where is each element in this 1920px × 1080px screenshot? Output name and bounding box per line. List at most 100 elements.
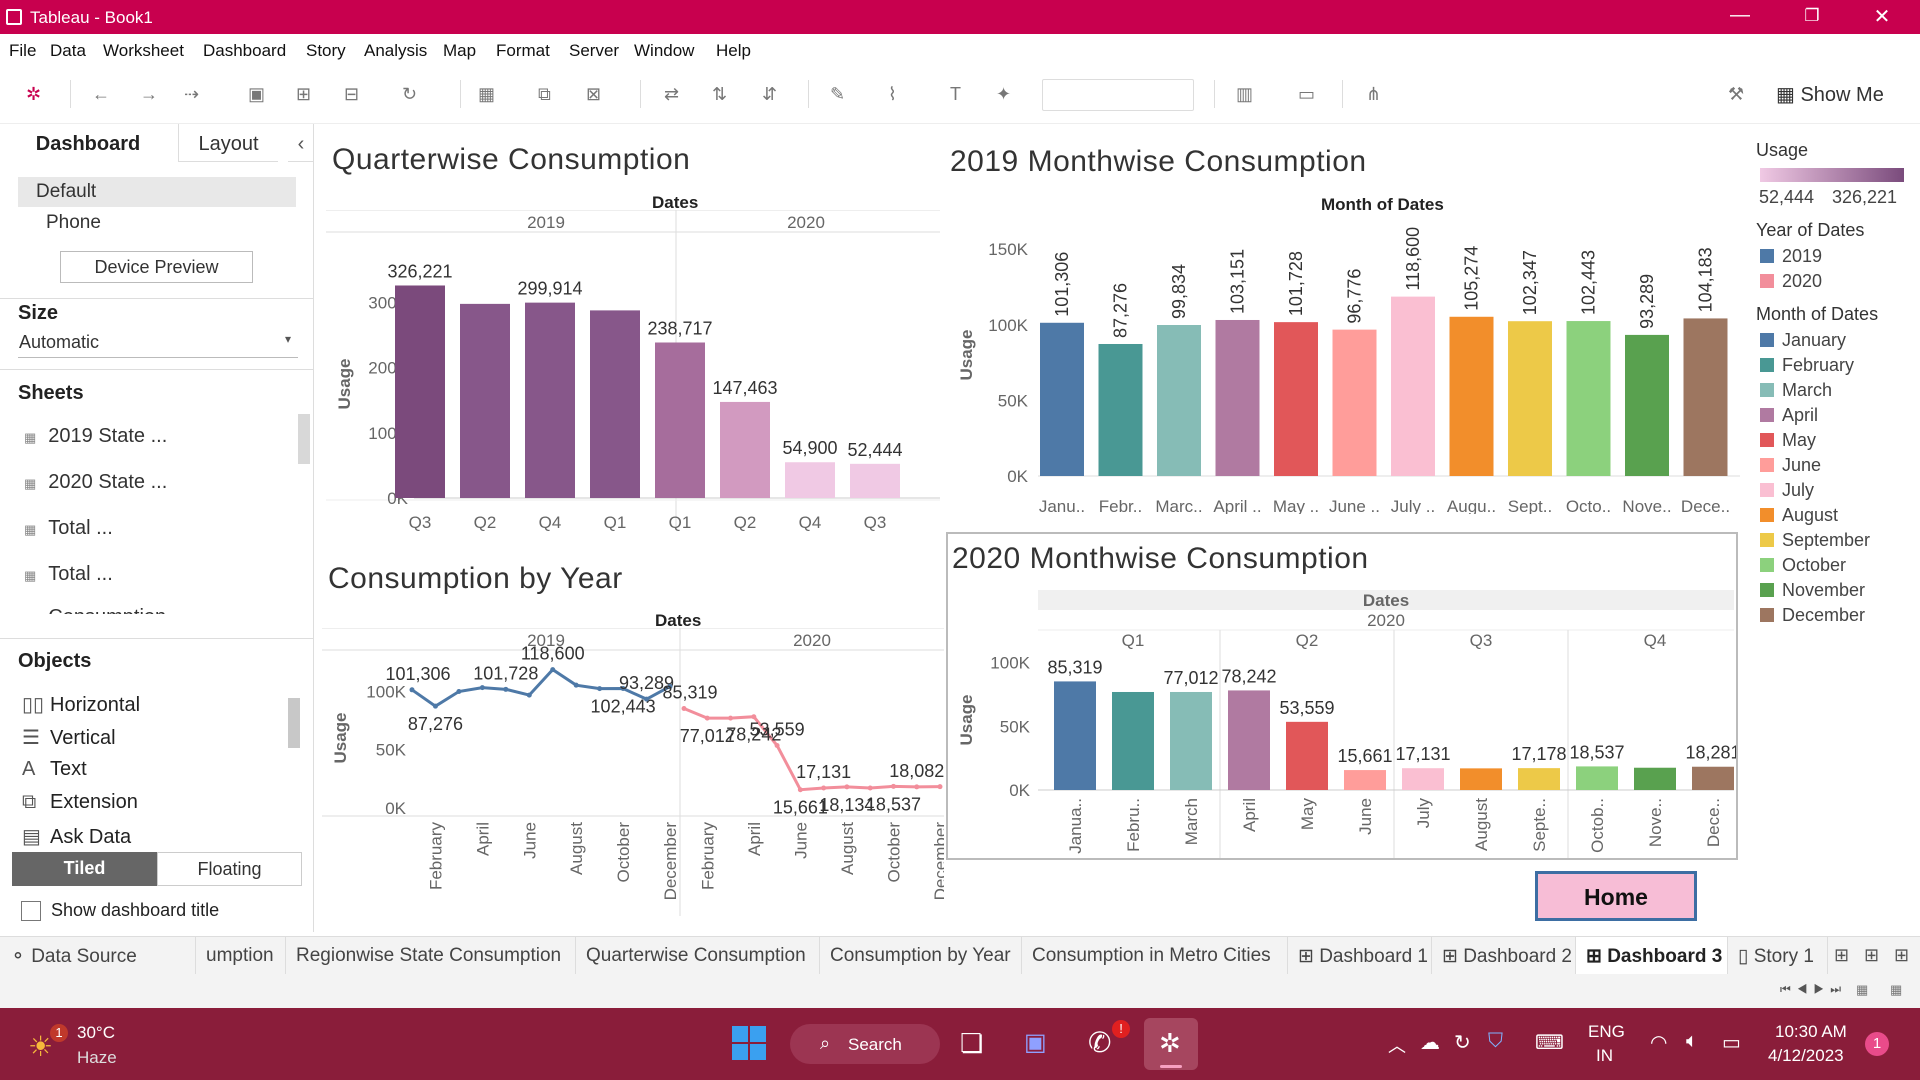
- menu-worksheet[interactable]: Worksheet: [103, 41, 184, 61]
- menu-dashboard[interactable]: Dashboard: [203, 41, 286, 61]
- film-strip-icon[interactable]: ▦: [1856, 982, 1868, 998]
- presentation-mode-icon[interactable]: ▭: [1298, 84, 1315, 105]
- menu-data[interactable]: Data: [50, 41, 86, 61]
- menu-story[interactable]: Story: [306, 41, 346, 61]
- tab-story-1[interactable]: ▯ Story 1: [1728, 937, 1828, 975]
- menu-window[interactable]: Window: [634, 41, 694, 61]
- duplicate-icon[interactable]: ⧉: [538, 84, 551, 105]
- monthwise-2020-chart[interactable]: Dates2020 Q1 Q2 Q3 Q4 0K 50K 100K Usage 85,319 Jan…: [950, 590, 1736, 858]
- restore-button[interactable]: ❐: [1792, 6, 1832, 26]
- close-button[interactable]: ✕: [1862, 4, 1902, 29]
- device-preview-button[interactable]: Device Preview: [60, 251, 253, 283]
- replay-icon[interactable]: ⇢: [184, 84, 199, 105]
- device-phone[interactable]: Phone: [46, 212, 101, 234]
- sheets-scrollbar[interactable]: [298, 414, 310, 464]
- keyboard-icon[interactable]: ⌨: [1535, 1030, 1564, 1055]
- tiled-button[interactable]: Tiled: [12, 852, 157, 886]
- menu-format[interactable]: Format: [496, 41, 550, 61]
- wifi-icon[interactable]: ◠: [1650, 1030, 1667, 1055]
- highlight-icon[interactable]: ✎: [830, 84, 845, 105]
- taskbar-search[interactable]: ⌕ Search: [790, 1024, 940, 1064]
- month-legend-item[interactable]: March: [1760, 380, 1832, 401]
- swap-icon[interactable]: ⇄: [664, 84, 679, 105]
- tableau-logo-icon[interactable]: ✲: [26, 84, 41, 105]
- tab-sheet[interactable]: Quarterwise Consumption: [576, 937, 820, 975]
- month-legend-item[interactable]: May: [1760, 430, 1816, 451]
- month-legend-item[interactable]: October: [1760, 555, 1846, 576]
- paint-roller-icon[interactable]: ⚒: [1728, 84, 1744, 105]
- device-default[interactable]: Default: [36, 181, 96, 203]
- clear-sheet-icon[interactable]: ⊠: [586, 84, 601, 105]
- language-region[interactable]: IN: [1596, 1046, 1613, 1066]
- new-data-source-icon[interactable]: ⊞: [296, 84, 311, 105]
- collapse-panel-icon[interactable]: ‹: [288, 124, 314, 162]
- month-legend-item[interactable]: December: [1760, 605, 1865, 626]
- home-button[interactable]: Home: [1535, 871, 1697, 921]
- redo-icon[interactable]: →: [140, 84, 158, 105]
- menu-map[interactable]: Map: [443, 41, 476, 61]
- defender-icon[interactable]: ⛉: [1488, 1030, 1503, 1053]
- sync-icon[interactable]: ↻: [1454, 1030, 1471, 1055]
- new-story-tab-icon[interactable]: ⊞: [1894, 945, 1909, 966]
- month-legend-item[interactable]: September: [1760, 530, 1870, 551]
- month-legend-item[interactable]: April: [1760, 405, 1818, 426]
- labels-icon[interactable]: T: [950, 84, 961, 105]
- menu-file[interactable]: File: [9, 41, 36, 61]
- sheet-item[interactable]: ▦ Total ...: [24, 517, 113, 540]
- object-extension[interactable]: ⧉ Extension: [22, 791, 138, 814]
- month-legend-item[interactable]: November: [1760, 580, 1865, 601]
- group-icon[interactable]: ⌇: [888, 84, 897, 105]
- month-legend-item[interactable]: January: [1760, 330, 1846, 351]
- battery-icon[interactable]: ▭: [1722, 1030, 1741, 1055]
- sheet-item[interactable]: ▦Consumption ...: [24, 604, 284, 614]
- language-code[interactable]: ENG: [1588, 1022, 1625, 1042]
- weather-temp[interactable]: 30°C: [77, 1023, 115, 1043]
- task-view-icon[interactable]: ❏: [960, 1028, 983, 1059]
- consumption-by-year-chart[interactable]: 2019 20200K50K100KUsage101,30687,276101,7…: [322, 628, 944, 916]
- refresh-icon[interactable]: ↻: [402, 84, 417, 105]
- object-horizontal[interactable]: ▯▯ Horizontal: [22, 692, 140, 717]
- save-icon[interactable]: ▣: [248, 84, 265, 105]
- floating-button[interactable]: Floating: [157, 852, 302, 886]
- year-legend-item[interactable]: 2019: [1760, 246, 1822, 267]
- tab-dashboard[interactable]: Dashboard: [0, 124, 176, 162]
- notification-badge[interactable]: 1: [1865, 1032, 1889, 1056]
- pause-updates-icon[interactable]: ⊟: [344, 84, 359, 105]
- menu-help[interactable]: Help: [716, 41, 751, 61]
- sheet-item[interactable]: ▦ 2020 State ...: [24, 471, 167, 494]
- tab-navigation-arrows[interactable]: ⏮◀▶⏭: [1780, 982, 1847, 997]
- menu-server[interactable]: Server: [569, 41, 619, 61]
- monthwise-2019-chart[interactable]: 0K 50K 100K 150K Usage 101,306 Janu.. 87,276 Feb…: [950, 214, 1740, 514]
- object-text[interactable]: A Text: [22, 758, 87, 781]
- tableau-taskbar-icon[interactable]: ✲: [1144, 1018, 1198, 1070]
- month-legend-item[interactable]: June: [1760, 455, 1821, 476]
- share-icon[interactable]: ⋔: [1366, 84, 1381, 105]
- year-legend-item[interactable]: 2020: [1760, 271, 1822, 292]
- fit-dropdown[interactable]: [1042, 79, 1194, 111]
- sheet-item[interactable]: ▦ Total ...: [24, 563, 113, 586]
- chevron-down-icon[interactable]: ▾: [285, 332, 291, 346]
- object-ask-data[interactable]: ▤ Ask Data: [22, 824, 131, 849]
- pin-icon[interactable]: ✦: [996, 84, 1011, 105]
- undo-icon[interactable]: ←: [92, 84, 110, 105]
- show-me-button[interactable]: ▦ Show Me: [1776, 82, 1884, 107]
- tab-layout[interactable]: Layout: [178, 124, 278, 162]
- new-dashboard-tab-icon[interactable]: ⊞: [1864, 945, 1879, 966]
- onedrive-icon[interactable]: ☁: [1420, 1030, 1440, 1055]
- objects-scrollbar[interactable]: [288, 698, 300, 748]
- tabs-view-icon[interactable]: ▦: [1890, 982, 1902, 998]
- tab-data-source[interactable]: ⚬ Data Source: [0, 937, 196, 975]
- month-legend-item[interactable]: July: [1760, 480, 1814, 501]
- clock-time[interactable]: 10:30 AM: [1775, 1022, 1847, 1042]
- minimize-button[interactable]: —: [1720, 4, 1760, 27]
- sort-ascending-icon[interactable]: ⇅: [712, 84, 727, 105]
- tab-sheet[interactable]: umption: [196, 937, 286, 975]
- quarterwise-chart[interactable]: 2019 20200K100K200K300KUsage326,221Q3 Q229…: [326, 210, 940, 540]
- sort-descending-icon[interactable]: ⇵: [762, 84, 777, 105]
- volume-icon[interactable]: 🔈︎: [1686, 1030, 1698, 1053]
- menu-analysis[interactable]: Analysis: [364, 41, 427, 61]
- size-dropdown[interactable]: Automatic: [19, 332, 99, 353]
- new-worksheet-tab-icon[interactable]: ⊞: [1834, 945, 1849, 966]
- object-vertical[interactable]: ☰ Vertical: [22, 725, 116, 750]
- chevron-up-icon[interactable]: ︿: [1388, 1032, 1406, 1058]
